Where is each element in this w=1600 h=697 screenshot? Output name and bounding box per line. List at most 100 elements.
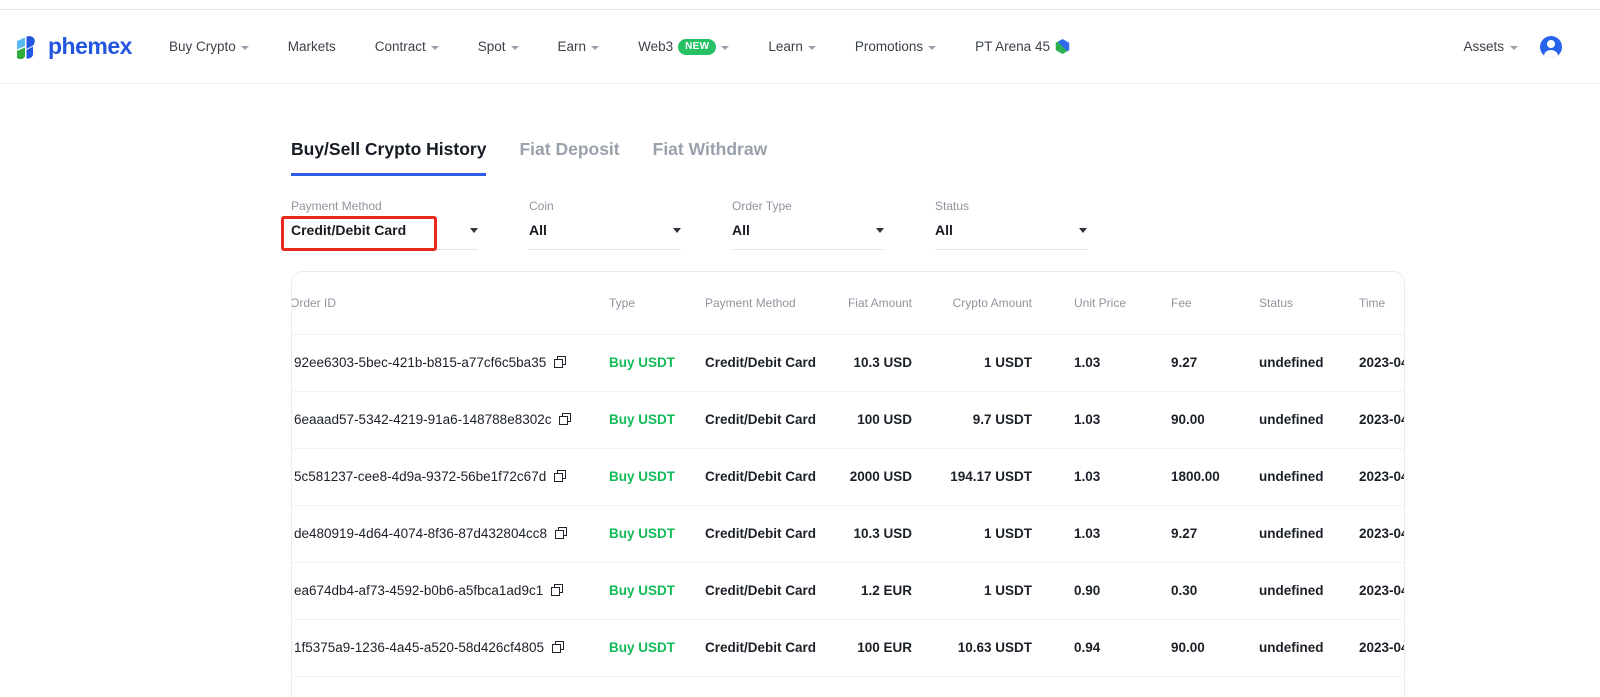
payment-method-cell: Credit/Debit Card xyxy=(703,448,833,505)
unit-price-cell: 1.03 xyxy=(1034,391,1169,448)
copy-icon[interactable] xyxy=(555,527,567,539)
assets-menu[interactable]: Assets xyxy=(1463,39,1518,54)
time-cell: 2023-04 xyxy=(1357,448,1405,505)
nav-item-label: Markets xyxy=(288,39,336,54)
gem-icon xyxy=(1055,39,1070,54)
order-id: ea674db4-af73-4592-b0b6-a5fbca1ad9c1 xyxy=(294,583,543,598)
fiat-amount-cell: 10.3 USD xyxy=(833,334,914,391)
dropdown-caret-icon xyxy=(470,228,478,233)
nav-item-spot[interactable]: Spot xyxy=(478,39,519,54)
chevron-down-icon xyxy=(1510,46,1518,50)
nav-item-earn[interactable]: Earn xyxy=(558,39,600,54)
filter-coin[interactable]: Coin All xyxy=(529,199,681,250)
order-type: Buy USDT xyxy=(607,619,703,676)
table-header-row: Order IDTypePayment MethodFiat AmountCry… xyxy=(292,272,1405,334)
payment-method-cell: Credit/Debit Card xyxy=(703,562,833,619)
copy-icon[interactable] xyxy=(554,470,566,482)
orders-table-card: Order IDTypePayment MethodFiat AmountCry… xyxy=(291,271,1405,697)
nav-item-buy-crypto[interactable]: Buy Crypto xyxy=(169,39,249,54)
order-type: Buy USDT xyxy=(607,562,703,619)
fee-cell: 90.00 xyxy=(1169,391,1257,448)
chevron-down-icon xyxy=(721,46,729,50)
crypto-amount-cell: 9.7 USDT xyxy=(914,391,1034,448)
payment-method-cell: Credit/Debit Card xyxy=(703,334,833,391)
filter-label: Coin xyxy=(529,199,681,213)
status-cell: undefined xyxy=(1257,391,1357,448)
phemex-logo[interactable]: phemex xyxy=(14,33,132,61)
chevron-down-icon xyxy=(928,46,936,50)
column-header-unit-price: Unit Price xyxy=(1034,272,1169,334)
filter-label: Status xyxy=(935,199,1087,213)
status-cell: undefined xyxy=(1257,448,1357,505)
payment-method-cell: Credit/Debit Card xyxy=(703,391,833,448)
nav-item-promotions[interactable]: Promotions xyxy=(855,39,936,54)
payment-method-cell: Credit/Debit Card xyxy=(703,619,833,676)
fee-cell: 9.27 xyxy=(1169,505,1257,562)
unit-price-cell: 1.03 xyxy=(1034,334,1169,391)
unit-price-cell: 1.03 xyxy=(1034,505,1169,562)
history-page: Buy/Sell Crypto History Fiat Deposit Fia… xyxy=(291,139,1405,697)
nav-item-web3[interactable]: Web3 NEW xyxy=(638,39,729,55)
order-id: de480919-4d64-4074-8f36-87d432804cc8 xyxy=(294,526,547,541)
orders-table: Order IDTypePayment MethodFiat AmountCry… xyxy=(292,272,1405,677)
column-header-payment-method: Payment Method xyxy=(703,272,833,334)
history-tabs: Buy/Sell Crypto History Fiat Deposit Fia… xyxy=(291,139,1405,176)
unit-price-cell: 0.94 xyxy=(1034,619,1169,676)
dropdown-caret-icon xyxy=(673,228,681,233)
column-header-fiat-amount: Fiat Amount xyxy=(833,272,914,334)
table-row: ea674db4-af73-4592-b0b6-a5fbca1ad9c1 Buy… xyxy=(292,562,1405,619)
nav-item-label: Learn xyxy=(768,39,803,54)
copy-icon[interactable] xyxy=(551,584,563,596)
fiat-amount-cell: 100 USD xyxy=(833,391,914,448)
copy-icon[interactable] xyxy=(559,413,571,425)
fee-cell: 1800.00 xyxy=(1169,448,1257,505)
nav-item-label: Web3 xyxy=(638,39,673,54)
payment-method-cell: Credit/Debit Card xyxy=(703,505,833,562)
column-header-crypto-amount: Crypto Amount xyxy=(914,272,1034,334)
table-row: 92ee6303-5bec-421b-b815-a77cf6c5ba35 Buy… xyxy=(292,334,1405,391)
chevron-down-icon xyxy=(241,46,249,50)
filter-selected-value: All xyxy=(935,222,953,238)
filter-status[interactable]: Status All xyxy=(935,199,1087,250)
filter-payment-method[interactable]: Payment Method Credit/Debit Card xyxy=(291,199,478,250)
nav-item-learn[interactable]: Learn xyxy=(768,39,816,54)
nav-item-label: Earn xyxy=(558,39,587,54)
nav-item-markets[interactable]: Markets xyxy=(288,39,336,54)
order-type: Buy USDT xyxy=(607,391,703,448)
order-id: 92ee6303-5bec-421b-b815-a77cf6c5ba35 xyxy=(294,355,546,370)
order-id: 6eaaad57-5342-4219-91a6-148788e8302c xyxy=(294,412,551,427)
nav-item-contract[interactable]: Contract xyxy=(375,39,439,54)
tab-fiat-deposit[interactable]: Fiat Deposit xyxy=(519,139,619,176)
crypto-amount-cell: 10.63 USDT xyxy=(914,619,1034,676)
dropdown-caret-icon xyxy=(876,228,884,233)
tab-buy-sell-crypto-history[interactable]: Buy/Sell Crypto History xyxy=(291,139,486,176)
filter-selected-value: Credit/Debit Card xyxy=(291,222,406,238)
status-cell: undefined xyxy=(1257,562,1357,619)
brand-name: phemex xyxy=(48,33,132,60)
fee-cell: 9.27 xyxy=(1169,334,1257,391)
order-id: 5c581237-cee8-4d9a-9372-56be1f72c67d xyxy=(294,469,546,484)
crypto-amount-cell: 194.17 USDT xyxy=(914,448,1034,505)
nav-item-label: Buy Crypto xyxy=(169,39,236,54)
column-header-fee: Fee xyxy=(1169,272,1257,334)
order-type: Buy USDT xyxy=(607,334,703,391)
fiat-amount-cell: 100 EUR xyxy=(833,619,914,676)
unit-price-cell: 1.03 xyxy=(1034,448,1169,505)
table-row: 1f5375a9-1236-4a45-a520-58d426cf4805 Buy… xyxy=(292,619,1405,676)
nav-item-pt-arena-45[interactable]: PT Arena 45 xyxy=(975,39,1070,54)
filter-order-type[interactable]: Order Type All xyxy=(732,199,884,250)
assets-label: Assets xyxy=(1463,39,1504,54)
tab-fiat-withdraw[interactable]: Fiat Withdraw xyxy=(653,139,768,176)
copy-icon[interactable] xyxy=(554,356,566,368)
time-cell: 2023-04 xyxy=(1357,505,1405,562)
filters-row: Payment Method Credit/Debit Card Coin Al… xyxy=(291,199,1405,250)
status-cell: undefined xyxy=(1257,619,1357,676)
column-header-time: Time xyxy=(1357,272,1405,334)
fee-cell: 90.00 xyxy=(1169,619,1257,676)
copy-icon[interactable] xyxy=(552,641,564,653)
table-row: de480919-4d64-4074-8f36-87d432804cc8 Buy… xyxy=(292,505,1405,562)
dropdown-caret-icon xyxy=(1079,228,1087,233)
account-avatar-icon[interactable] xyxy=(1540,36,1562,58)
crypto-amount-cell: 1 USDT xyxy=(914,505,1034,562)
nav-item-label: PT Arena 45 xyxy=(975,39,1050,54)
